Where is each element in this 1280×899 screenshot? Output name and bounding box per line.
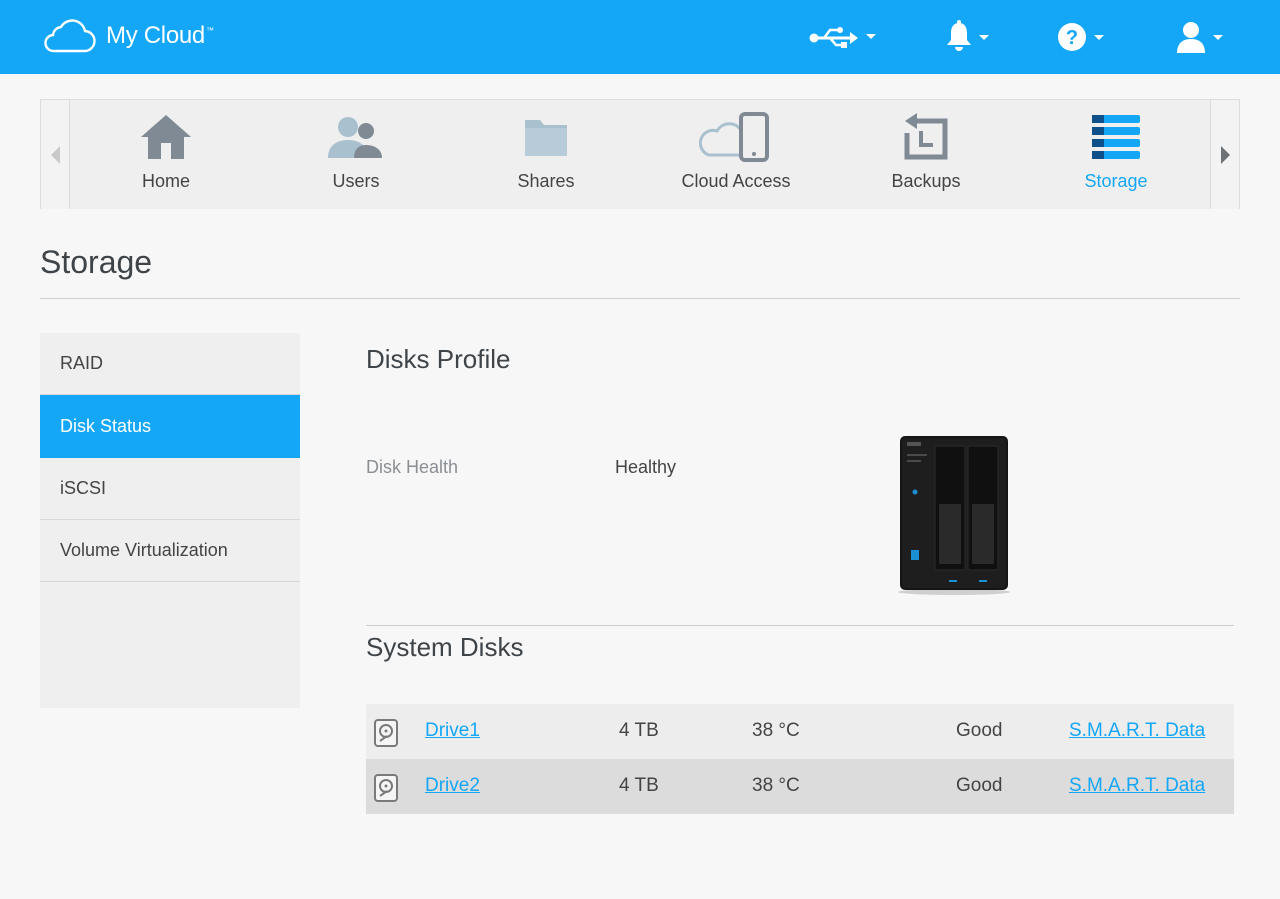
top-header: My Cloud™ ?	[0, 0, 1280, 74]
user-icon	[1177, 22, 1205, 53]
system-disks-table: Drive1 4 TB 38 °C Good S.M.A.R.T. Data D…	[366, 704, 1234, 814]
arrow-right-icon	[1220, 145, 1230, 164]
hard-drive-icon	[374, 719, 398, 747]
help-menu[interactable]: ?	[1056, 20, 1104, 54]
main-navigation: Home Users Shares Cloud Access Backups S…	[40, 99, 1240, 209]
svg-text:?: ?	[1066, 27, 1078, 49]
chevron-down-icon	[866, 33, 876, 39]
divider	[366, 625, 1234, 626]
table-row: Drive1 4 TB 38 °C Good S.M.A.R.T. Data	[366, 704, 1234, 759]
arrow-left-icon	[50, 145, 60, 164]
smart-data-link[interactable]: S.M.A.R.T. Data	[1069, 720, 1205, 742]
disk-health-label: Disk Health	[366, 457, 459, 477]
cloud-device-icon	[699, 112, 769, 162]
smart-data-link[interactable]: S.M.A.R.T. Data	[1069, 775, 1205, 797]
divider	[40, 298, 1240, 299]
app-logo[interactable]: My Cloud™	[40, 18, 214, 54]
storage-sidebar: RAID Disk Status iSCSI Volume Virtualiza…	[40, 333, 300, 708]
app-title: My Cloud™	[106, 22, 214, 49]
nav-label: Backups	[891, 171, 961, 191]
cloud-logo-icon	[44, 19, 96, 53]
nav-label: Shares	[517, 171, 575, 191]
backup-icon	[904, 113, 948, 160]
nav-scroll-right-button[interactable]	[1210, 100, 1239, 209]
page-title: Storage	[40, 244, 153, 280]
disks-profile-title: Disks Profile	[366, 344, 511, 374]
system-disks-title: System Disks	[366, 632, 524, 662]
chevron-down-icon	[979, 34, 989, 40]
disk-health-value: Healthy	[615, 457, 677, 477]
drive-size: 4 TB	[619, 720, 659, 741]
bell-icon	[947, 20, 971, 51]
usb-icon	[809, 27, 858, 48]
nav-item-home[interactable]: Home	[71, 100, 261, 209]
sidebar-item-iscsi[interactable]: iSCSI	[40, 458, 300, 520]
nav-item-cloud-access[interactable]: Cloud Access	[641, 100, 831, 209]
nav-item-backups[interactable]: Backups	[831, 100, 1021, 209]
nav-label: Users	[332, 171, 380, 191]
nav-item-storage[interactable]: Storage	[1021, 100, 1211, 209]
sidebar-item-disk-status[interactable]: Disk Status	[40, 395, 300, 458]
folder-icon	[525, 120, 567, 156]
table-row: Drive2 4 TB 38 °C Good S.M.A.R.T. Data	[366, 759, 1234, 814]
notifications-menu[interactable]	[945, 20, 989, 54]
help-icon: ?	[1058, 23, 1086, 51]
nav-label: Home	[141, 171, 190, 191]
chevron-down-icon	[1094, 34, 1104, 40]
home-icon	[141, 115, 191, 159]
storage-icon	[1092, 115, 1140, 159]
hard-drive-icon	[374, 774, 398, 802]
nav-item-users[interactable]: Users	[261, 100, 451, 209]
drive-size: 4 TB	[619, 775, 659, 796]
chevron-down-icon	[1213, 34, 1223, 40]
user-menu[interactable]	[1175, 20, 1223, 54]
nav-label: Storage	[1084, 171, 1148, 191]
drive-link[interactable]: Drive2	[425, 775, 480, 797]
drive-temperature: 38 °C	[752, 775, 800, 796]
drive-link[interactable]: Drive1	[425, 720, 480, 742]
drive-temperature: 38 °C	[752, 720, 800, 741]
sidebar-item-volume-virtualization[interactable]: Volume Virtualization	[40, 520, 300, 582]
nas-device-image	[898, 436, 1010, 595]
nav-item-shares[interactable]: Shares	[451, 100, 641, 209]
users-icon	[328, 117, 382, 158]
nav-label: Cloud Access	[681, 171, 791, 191]
usb-menu[interactable]	[808, 20, 876, 52]
drive-status: Good	[956, 775, 1003, 796]
drive-status: Good	[956, 720, 1003, 741]
nav-scroll-left-button[interactable]	[41, 100, 70, 209]
sidebar-item-raid[interactable]: RAID	[40, 333, 300, 395]
